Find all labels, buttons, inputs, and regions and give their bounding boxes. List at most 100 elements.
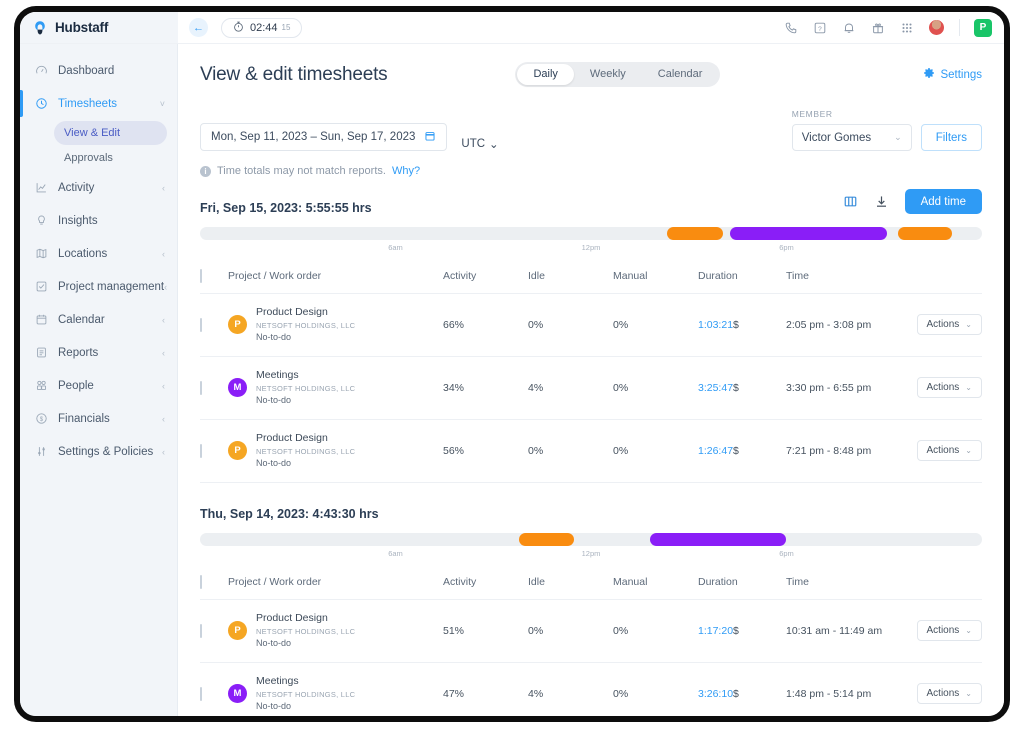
project-avatar: P: [228, 621, 247, 640]
th-duration: Duration: [698, 270, 786, 294]
download-icon[interactable]: [874, 194, 889, 209]
tab-weekly[interactable]: Weekly: [574, 64, 642, 85]
help-icon[interactable]: ?: [812, 20, 827, 35]
notice-why-link[interactable]: Why?: [392, 165, 420, 177]
sidebar-subitem-approvals[interactable]: Approvals: [54, 146, 167, 170]
day-section: Fri, Sep 15, 2023: 5:55:55 hrs 6am12pm6p…: [200, 201, 982, 483]
table-row[interactable]: PProduct DesignNETSOFT HOLDINGS, LLCNo-t…: [200, 419, 982, 482]
project-cell: MMeetingsNETSOFT HOLDINGS, LLCNo-to-do: [228, 662, 443, 716]
sidebar-item-insights[interactable]: Insights: [20, 204, 177, 237]
chevron-down-icon: ⌄: [965, 626, 972, 635]
add-time-button[interactable]: Add time: [905, 189, 982, 214]
tab-calendar[interactable]: Calendar: [642, 64, 719, 85]
bell-icon[interactable]: [841, 20, 856, 35]
duration-cell: 3:25:47$: [698, 356, 786, 419]
chevron-down-icon: ˅: [160, 99, 165, 109]
duration-value[interactable]: 1:03:21: [698, 319, 733, 331]
day-title: Thu, Sep 14, 2023: 4:43:30 hrs: [200, 507, 982, 521]
select-all-checkbox[interactable]: [200, 269, 202, 283]
timeline-track[interactable]: [200, 533, 982, 546]
member-value: Victor Gomes: [802, 132, 871, 144]
row-checkbox-cell: [200, 599, 228, 662]
sidebar-subitem-view-edit[interactable]: View & Edit: [54, 121, 167, 145]
actions-button[interactable]: Actions⌄: [917, 440, 983, 461]
select-all-header: [200, 576, 228, 600]
duration-value[interactable]: 3:26:10: [698, 688, 733, 700]
project-name: Meetings: [256, 369, 299, 381]
timezone-select[interactable]: UTC ⌄: [461, 137, 498, 151]
timeline-tick-label: 12pm: [582, 549, 601, 558]
table-row[interactable]: MMeetingsNETSOFT HOLDINGS, LLCNo-to-do34…: [200, 356, 982, 419]
row-checkbox[interactable]: [200, 318, 202, 332]
member-label: MEMBER: [792, 109, 982, 119]
sidebar-item-financials[interactable]: $ Financials ‹: [20, 402, 177, 435]
sidebar-item-people[interactable]: People ‹: [20, 369, 177, 402]
project-todo: No-to-do: [256, 395, 291, 405]
settings-link[interactable]: Settings: [923, 67, 982, 82]
table-row[interactable]: PProduct DesignNETSOFT HOLDINGS, LLCNo-t…: [200, 294, 982, 357]
tab-daily[interactable]: Daily: [517, 64, 573, 85]
sidebar-item-activity[interactable]: Activity ‹: [20, 171, 177, 204]
timeline-segment[interactable]: [650, 533, 787, 546]
columns-icon[interactable]: [843, 194, 858, 209]
sidebar-item-reports[interactable]: Reports ‹: [20, 336, 177, 369]
table-row[interactable]: MMeetingsNETSOFT HOLDINGS, LLCNo-to-do47…: [200, 662, 982, 716]
bulb-icon: [34, 214, 49, 227]
actions-button[interactable]: Actions⌄: [917, 377, 983, 398]
row-checkbox[interactable]: [200, 444, 202, 458]
select-all-checkbox[interactable]: [200, 575, 202, 589]
gift-icon[interactable]: [870, 20, 885, 35]
chevron-left-icon: ‹: [162, 315, 165, 325]
th-idle: Idle: [528, 270, 613, 294]
actions-button[interactable]: Actions⌄: [917, 683, 983, 704]
row-checkbox[interactable]: [200, 381, 202, 395]
duration-value[interactable]: 1:17:20: [698, 625, 733, 637]
row-checkbox-cell: [200, 294, 228, 357]
day-timeline: 6am12pm6pm: [200, 533, 982, 563]
actions-cell: Actions⌄: [961, 294, 982, 357]
filters-button[interactable]: Filters: [921, 124, 982, 151]
timeline-segment[interactable]: [519, 533, 574, 546]
avatar[interactable]: [928, 19, 945, 36]
sidebar-item-calendar[interactable]: Calendar ‹: [20, 303, 177, 336]
member-select[interactable]: Victor Gomes ⌄: [792, 124, 912, 151]
actions-button[interactable]: Actions⌄: [917, 314, 983, 335]
calendar-icon: [424, 130, 436, 145]
row-checkbox[interactable]: [200, 624, 202, 638]
day-section: Thu, Sep 14, 2023: 4:43:30 hrs 6am12pm6p…: [200, 507, 982, 716]
manual-cell: 0%: [613, 294, 698, 357]
timeline-segment[interactable]: [898, 227, 953, 240]
sidebar-item-timesheets[interactable]: Timesheets ˅: [20, 87, 177, 120]
settings-label: Settings: [940, 69, 982, 81]
row-checkbox-cell: [200, 356, 228, 419]
timeline-segment[interactable]: [667, 227, 723, 240]
main-content: View & edit timesheets Daily Weekly Cale…: [178, 44, 1004, 716]
brand-logo-area[interactable]: Hubstaff: [20, 12, 178, 43]
timer-widget[interactable]: 02:44 15: [221, 18, 302, 38]
timeline-track[interactable]: [200, 227, 982, 240]
phone-icon[interactable]: [783, 20, 798, 35]
duration-cell: 1:17:20$: [698, 599, 786, 662]
duration-value[interactable]: 3:25:47: [698, 382, 733, 394]
date-range-picker[interactable]: Mon, Sep 11, 2023 – Sun, Sep 17, 2023: [200, 123, 447, 151]
sidebar-item-dashboard[interactable]: Dashboard: [20, 54, 177, 87]
sidebar-item-locations[interactable]: Locations ‹: [20, 237, 177, 270]
apps-grid-icon[interactable]: [899, 20, 914, 35]
project-cell: PProduct DesignNETSOFT HOLDINGS, LLCNo-t…: [228, 419, 443, 482]
idle-cell: 4%: [528, 662, 613, 716]
app-body: Dashboard Timesheets ˅ View & Edit Appro…: [20, 44, 1004, 716]
sidebar-item-project-management[interactable]: Project management ‹: [20, 270, 177, 303]
timeline-segment[interactable]: [730, 227, 886, 240]
actions-button[interactable]: Actions⌄: [917, 620, 983, 641]
timesheet-table: Project / Work order Activity Idle Manua…: [200, 270, 982, 483]
divider: [959, 19, 960, 36]
project-todo: No-to-do: [256, 701, 291, 711]
table-row[interactable]: PProduct DesignNETSOFT HOLDINGS, LLCNo-t…: [200, 599, 982, 662]
back-button[interactable]: ←: [189, 18, 208, 37]
sidebar-item-settings-policies[interactable]: Settings & Policies ‹: [20, 435, 177, 468]
idle-cell: 0%: [528, 599, 613, 662]
project-badge[interactable]: P: [974, 19, 992, 37]
row-checkbox[interactable]: [200, 687, 202, 701]
duration-value[interactable]: 1:26:47: [698, 445, 733, 457]
billable-icon: $: [733, 688, 739, 700]
